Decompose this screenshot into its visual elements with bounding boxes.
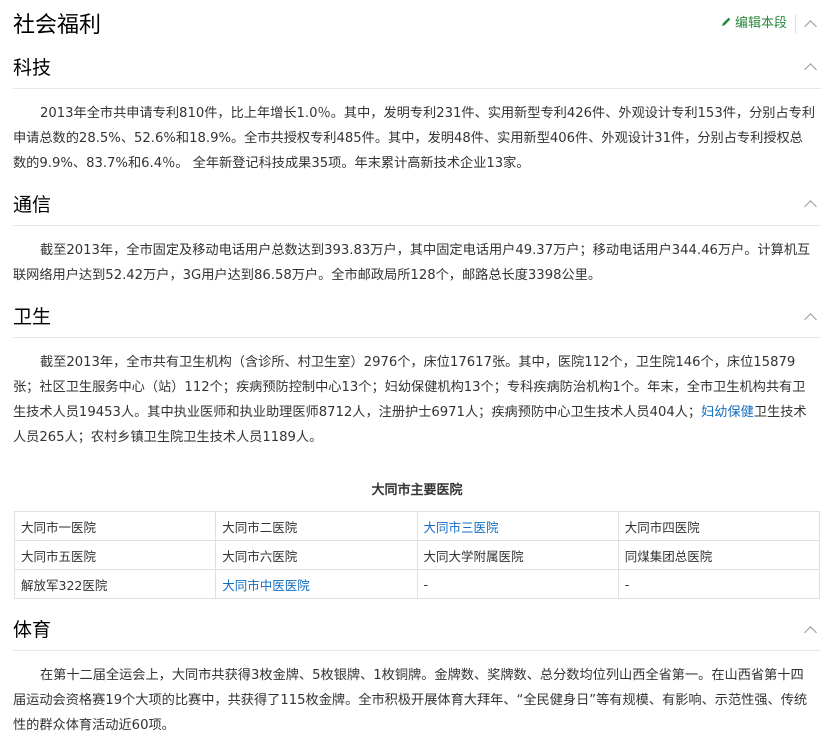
section-paragraph-tech: 2013年全市共申请专利810件，比上年增长1.0％。其中，发明专利231件、实…	[13, 106, 816, 171]
table-cell: 大同大学附属医院	[416, 540, 619, 570]
section-title-tech: 科技	[13, 57, 52, 79]
section-paragraph-sports: 在第十二届全运会上，大同市共获得3枚金牌、5枚银牌、1枚铜牌。金牌数、奖牌数、总…	[13, 668, 808, 733]
table-cell: 大同市一医院	[13, 511, 217, 541]
section-divider	[13, 88, 821, 89]
table-row: 解放军322医院 大同市中医医院 - -	[13, 569, 821, 599]
table-caption: 大同市主要医院	[371, 483, 463, 498]
edit-section-button[interactable]: 编辑本段	[721, 15, 787, 33]
table-cell: 大同市五医院	[13, 540, 217, 570]
chevron-up-icon[interactable]	[804, 200, 817, 213]
section-paragraph-health: 截至2013年，全市共有卫生机构（含诊所、村卫生室）2976个，床位17617张…	[13, 350, 816, 450]
pencil-icon	[721, 15, 732, 33]
table-cell-link[interactable]: 大同市三医院	[416, 511, 619, 541]
section-divider	[13, 650, 821, 651]
section-divider	[13, 337, 821, 338]
link-maternal-child-health[interactable]: 妇幼保健	[701, 405, 754, 420]
chevron-up-icon[interactable]	[804, 63, 817, 76]
table-cell: 同煤集团总医院	[617, 540, 821, 570]
section-paragraph-telecom: 截至2013年，全市固定及移动电话用户总数达到393.83万户，其中固定电话用户…	[13, 243, 811, 283]
section-title-sports: 体育	[13, 619, 52, 641]
paragraph-text: 截至2013年，全市共有卫生机构（含诊所、村卫生室）2976个，床位17617张…	[13, 355, 806, 420]
table-cell: 大同市二医院	[215, 511, 418, 541]
edit-section-label: 编辑本段	[735, 16, 788, 31]
section-title-telecom: 通信	[13, 194, 52, 216]
table-cell: 大同市四医院	[617, 511, 821, 541]
chevron-up-icon[interactable]	[804, 313, 817, 326]
table-row: 大同市一医院 大同市二医院 大同市三医院 大同市四医院	[13, 511, 821, 541]
table-cell: 解放军322医院	[13, 569, 217, 599]
table-cell-link[interactable]: 大同市中医医院	[215, 569, 418, 599]
table-cell: -	[416, 569, 619, 599]
divider	[795, 14, 796, 34]
section-title-health: 卫生	[13, 306, 52, 328]
section-divider	[13, 225, 821, 226]
table-row: 大同市五医院 大同市六医院 大同大学附属医院 同煤集团总医院	[13, 540, 821, 570]
chevron-up-icon[interactable]	[804, 626, 817, 639]
table-cell: 大同市六医院	[215, 540, 418, 570]
page-title: 社会福利	[13, 13, 102, 38]
chevron-up-icon[interactable]	[804, 20, 817, 33]
table-cell: -	[617, 569, 821, 599]
hospital-table: 大同市一医院 大同市二医院 大同市三医院 大同市四医院 大同市五医院 大同市六医…	[13, 511, 821, 599]
